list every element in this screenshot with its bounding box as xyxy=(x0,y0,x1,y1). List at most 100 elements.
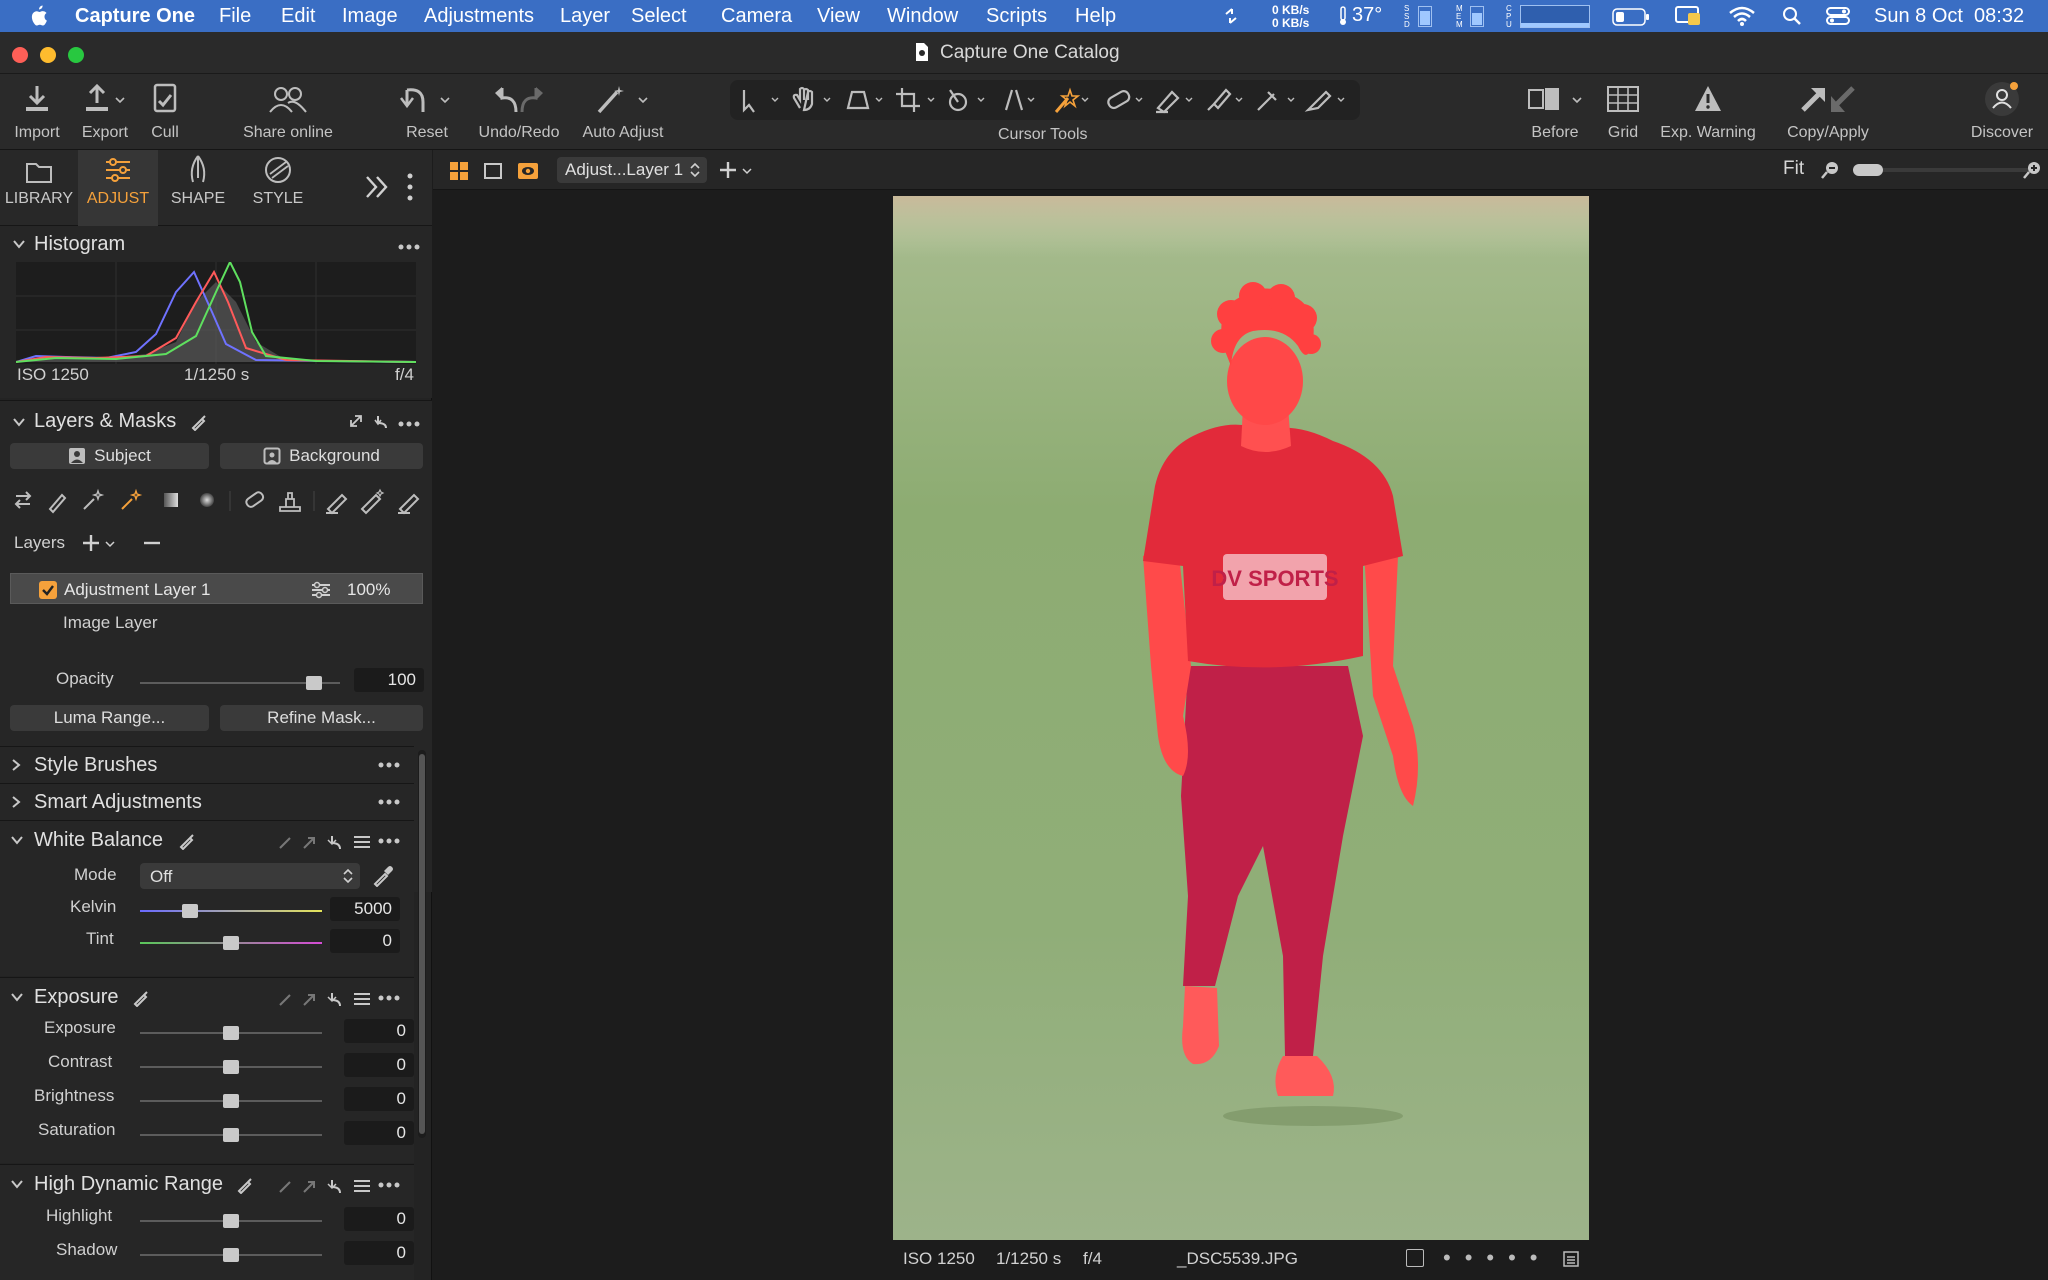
collapse-white-balance-icon[interactable] xyxy=(10,833,24,847)
tab-shape[interactable]: SHAPE xyxy=(160,150,236,226)
highlight-slider[interactable] xyxy=(140,1214,322,1228)
menu-layer[interactable]: Layer xyxy=(545,5,625,28)
add-layer-viewer-button[interactable] xyxy=(719,160,755,180)
kelvin-value[interactable]: 5000 xyxy=(330,897,400,921)
clock[interactable]: Sun 8 Oct 08:32 xyxy=(1874,5,2024,28)
layers-brush-icon[interactable] xyxy=(190,413,208,431)
more-tabs-icon[interactable] xyxy=(364,172,390,202)
menu-camera[interactable]: Camera xyxy=(706,5,807,28)
exposure-options-icon[interactable] xyxy=(378,995,400,1001)
grid-button[interactable]: Grid xyxy=(1604,74,1642,150)
menu-select[interactable]: Select xyxy=(616,5,702,28)
hdr-brush-icon[interactable] xyxy=(236,1176,254,1194)
wifi-icon[interactable] xyxy=(1728,5,1756,27)
zoom-slider[interactable] xyxy=(1853,164,2033,176)
smart-adjustments-options-icon[interactable] xyxy=(378,799,400,805)
highlight-slider-thumb[interactable] xyxy=(223,1214,239,1228)
reset-button[interactable]: Reset xyxy=(396,74,458,150)
photo-preview[interactable]: DV SPORTS xyxy=(893,196,1589,1240)
menu-image[interactable]: Image xyxy=(327,5,413,28)
menu-help[interactable]: Help xyxy=(1060,5,1131,28)
export-button[interactable]: Export xyxy=(76,74,134,150)
layer-enabled-checkbox[interactable] xyxy=(39,581,57,599)
cursor-tools-icons[interactable] xyxy=(730,80,1360,120)
sync-icon[interactable] xyxy=(1222,6,1240,26)
wb-header-tools[interactable] xyxy=(276,832,372,852)
expand-smart-adjustments-icon[interactable] xyxy=(10,795,22,809)
exposure-slider-thumb[interactable] xyxy=(223,1026,239,1040)
mask-tools-row[interactable] xyxy=(10,485,430,515)
before-button[interactable]: Before xyxy=(1522,74,1588,150)
remove-layer-button[interactable] xyxy=(142,533,162,553)
contrast-value[interactable]: 0 xyxy=(344,1053,414,1077)
hdr-options-icon[interactable] xyxy=(378,1182,400,1188)
image-layer[interactable]: Image Layer xyxy=(63,613,158,633)
collapse-layers-icon[interactable] xyxy=(12,415,26,429)
contrast-slider-thumb[interactable] xyxy=(223,1060,239,1074)
style-brushes-section[interactable]: Style Brushes xyxy=(0,746,414,782)
smart-adjustments-section[interactable]: Smart Adjustments xyxy=(0,783,414,819)
zoom-out-icon[interactable] xyxy=(1821,160,1841,180)
highlight-value[interactable]: 0 xyxy=(344,1207,414,1231)
panel-scrollbar-thumb[interactable] xyxy=(419,754,425,1134)
star-rating-dots[interactable]: ••••• xyxy=(1443,1245,1552,1271)
wb-options-icon[interactable] xyxy=(378,838,400,844)
reset-layers-icon[interactable] xyxy=(374,413,390,429)
kelvin-slider[interactable] xyxy=(140,904,322,918)
layers-options-icon[interactable] xyxy=(398,421,420,427)
wb-picker-icon[interactable] xyxy=(372,865,394,887)
share-online-button[interactable]: Share online xyxy=(236,74,340,150)
zoom-window-button[interactable] xyxy=(68,47,84,63)
kelvin-slider-thumb[interactable] xyxy=(181,904,198,918)
shadow-slider-thumb[interactable] xyxy=(223,1248,239,1262)
background-mask-button[interactable]: Background xyxy=(220,443,423,469)
tab-style[interactable]: STYLE xyxy=(240,150,316,226)
exposure-header-tools[interactable] xyxy=(276,989,372,1009)
layer-row-adjustment-1[interactable]: Adjustment Layer 1 100% xyxy=(10,573,423,604)
brightness-slider-thumb[interactable] xyxy=(223,1094,239,1108)
zoom-in-icon[interactable] xyxy=(2023,160,2043,180)
tab-options-icon[interactable] xyxy=(406,172,414,202)
brightness-slider[interactable] xyxy=(140,1094,322,1108)
wb-brush-icon[interactable] xyxy=(178,832,196,850)
exposure-brush-icon[interactable] xyxy=(132,989,150,1007)
tint-slider[interactable] xyxy=(140,936,322,950)
menu-scripts[interactable]: Scripts xyxy=(971,5,1062,28)
collapse-histogram-icon[interactable] xyxy=(12,237,26,251)
opacity-slider-thumb[interactable] xyxy=(306,676,322,690)
menu-file[interactable]: File xyxy=(204,5,266,28)
luma-range-button[interactable]: Luma Range... xyxy=(10,705,209,731)
discover-button[interactable]: Discover xyxy=(1964,74,2040,150)
saturation-value[interactable]: 0 xyxy=(344,1121,414,1145)
opacity-value[interactable]: 100 xyxy=(354,668,424,692)
expand-icon[interactable] xyxy=(348,413,364,429)
menu-edit[interactable]: Edit xyxy=(266,5,330,28)
hdr-header-tools[interactable] xyxy=(276,1176,372,1196)
collapse-exposure-icon[interactable] xyxy=(10,990,24,1004)
undo-redo-button[interactable]: Undo/Redo xyxy=(474,74,564,150)
zoom-slider-thumb[interactable] xyxy=(1853,164,1883,176)
single-view-icon[interactable] xyxy=(483,161,503,181)
mask-view-icon[interactable] xyxy=(517,161,539,181)
expand-style-brushes-icon[interactable] xyxy=(10,758,22,772)
wb-mode-select[interactable]: Off xyxy=(140,863,360,889)
grid-view-icon[interactable] xyxy=(449,161,469,181)
opacity-slider[interactable] xyxy=(140,676,340,690)
battery-icon[interactable] xyxy=(1612,8,1650,26)
add-layer-button[interactable] xyxy=(82,533,118,553)
saturation-slider-thumb[interactable] xyxy=(223,1128,239,1142)
close-window-button[interactable] xyxy=(12,47,28,63)
import-button[interactable]: Import xyxy=(8,74,66,150)
exposure-warning-button[interactable]: Exp. Warning xyxy=(1656,74,1760,150)
control-center-icon[interactable] xyxy=(1826,6,1850,26)
tab-adjust[interactable]: ADJUST xyxy=(78,150,158,226)
apple-icon[interactable] xyxy=(28,4,48,28)
display-icon[interactable] xyxy=(1674,5,1702,27)
exposure-slider[interactable] xyxy=(140,1026,322,1040)
rating-checkbox[interactable] xyxy=(1406,1249,1424,1267)
menu-app[interactable]: Capture One xyxy=(75,5,210,28)
contrast-slider[interactable] xyxy=(140,1060,322,1074)
layer-adjust-icon[interactable] xyxy=(311,581,331,599)
auto-adjust-button[interactable]: Auto Adjust xyxy=(576,74,670,150)
exposure-value[interactable]: 0 xyxy=(344,1019,414,1043)
